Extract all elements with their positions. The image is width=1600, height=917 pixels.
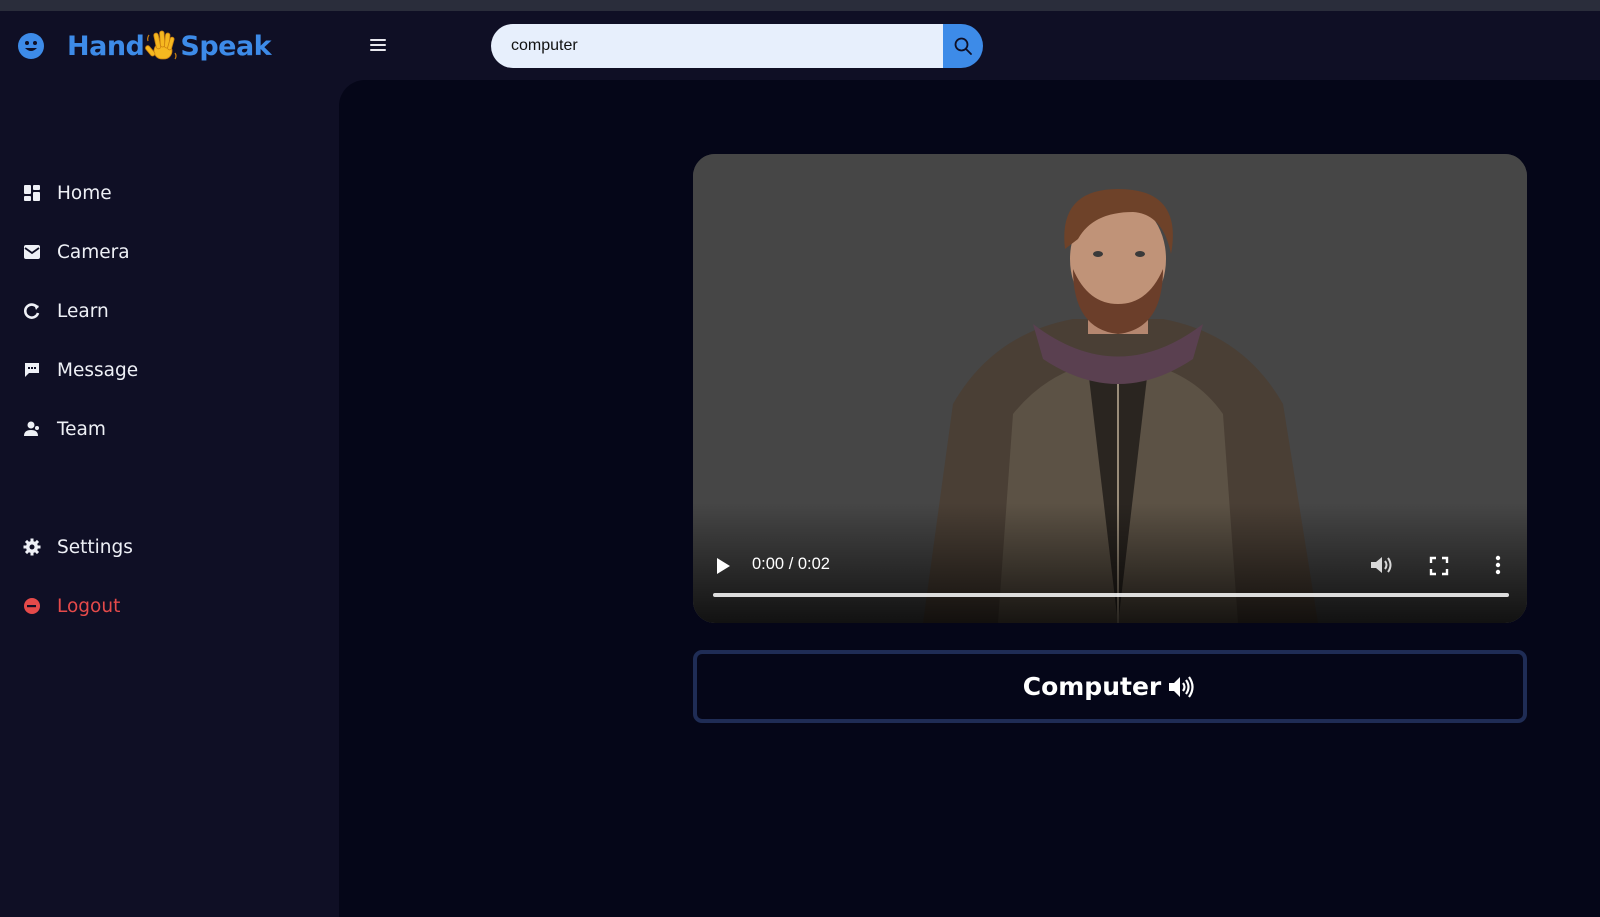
sidebar-item-label: Settings [57,536,133,558]
sidebar-item-settings[interactable]: Settings [22,532,133,562]
search-button[interactable] [943,24,983,68]
waving-hand-icon [145,30,177,60]
brand-name-left: Hand [67,30,145,62]
fullscreen-icon[interactable] [1428,555,1450,577]
brand-name: Hand Speak [67,29,272,63]
envelope-icon [22,242,42,262]
logout-icon [22,596,42,616]
sidebar-item-label: Team [57,418,106,440]
browser-top-strip [0,0,1600,11]
video-progress-bar[interactable] [713,593,1509,597]
refresh-icon [22,301,42,321]
sign-video-player[interactable] [693,154,1527,623]
user-icon [22,419,42,439]
sidebar-item-message[interactable]: Message [22,355,138,385]
search-icon [954,37,972,55]
search-bar [491,24,983,68]
volume-icon[interactable] [1368,553,1394,577]
video-time: 0:00 / 0:02 [752,555,830,573]
smiley-icon [18,33,44,59]
menu-toggle-button[interactable] [370,39,386,51]
sidebar-item-camera[interactable]: Camera [22,237,130,267]
sidebar-item-team[interactable]: Team [22,414,106,444]
word-title: Computer [1022,672,1162,701]
gear-icon [22,537,42,557]
sidebar-item-label: Home [57,182,112,204]
sidebar-item-logout[interactable]: Logout [22,591,120,621]
word-card: Computer [693,650,1527,723]
search-input[interactable] [491,24,943,68]
sidebar-item-label: Camera [57,241,130,263]
hamburger-line [370,49,386,51]
play-icon[interactable] [712,555,734,577]
chat-icon [22,360,42,380]
sidebar-item-learn[interactable]: Learn [22,296,109,326]
sidebar-item-home[interactable]: Home [22,178,112,208]
sidebar-item-label: Logout [57,595,121,617]
grid-icon [22,183,42,203]
sidebar-item-label: Message [57,359,139,381]
hamburger-line [370,39,386,41]
brand-name-right: Speak [180,30,272,62]
sidebar-item-label: Learn [57,300,109,322]
more-options-icon[interactable] [1488,554,1508,576]
brand[interactable]: Hand Speak [18,28,272,64]
speaker-icon[interactable] [1167,674,1197,700]
hamburger-line [370,44,386,46]
